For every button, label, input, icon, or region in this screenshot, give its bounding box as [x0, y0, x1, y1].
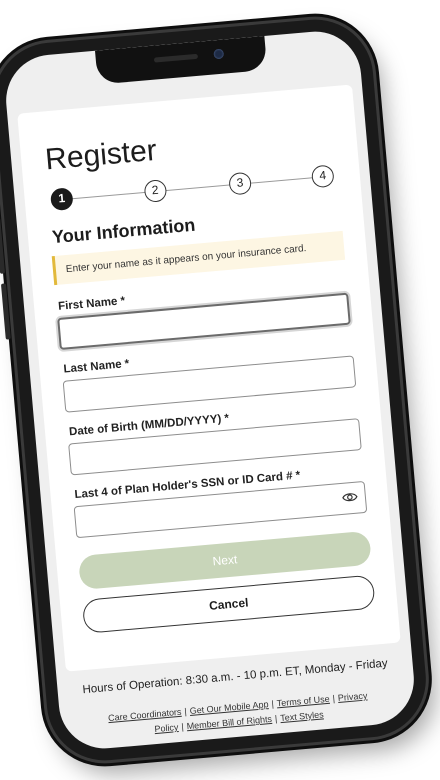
stepper-line: [64, 176, 320, 200]
last-name-field: Last Name *: [61, 338, 357, 413]
first-name-field: First Name *: [56, 276, 351, 350]
speaker-grille: [153, 53, 199, 63]
link-care-coordinators[interactable]: Care Coordinators: [108, 707, 182, 723]
link-mobile-app[interactable]: Get Our Mobile App: [189, 699, 269, 716]
ssn-field: Last 4 of Plan Holder's SSN or ID Card #…: [72, 464, 368, 539]
volume-up-button: [0, 217, 6, 274]
phone-screen: Register 1 2 3 4 Your Information Enter …: [2, 27, 418, 753]
step-4: 4: [310, 164, 335, 189]
link-member-bill-of-rights[interactable]: Member Bill of Rights: [186, 714, 272, 731]
link-text-styles[interactable]: Text Styles: [280, 709, 324, 723]
eye-icon[interactable]: [341, 491, 358, 504]
step-3: 3: [228, 171, 252, 196]
volume-down-button: [0, 283, 11, 340]
footer: Hours of Operation: 8:30 a.m. - 10 p.m. …: [77, 655, 397, 743]
phone-frame: Register 1 2 3 4 Your Information Enter …: [0, 14, 431, 766]
step-2: 2: [143, 179, 168, 203]
step-1: 1: [49, 187, 74, 212]
dob-field: Date of Birth (MM/DD/YYYY) *: [67, 401, 362, 476]
register-card: Register 1 2 3 4 Your Information Enter …: [17, 84, 401, 672]
link-terms-of-use[interactable]: Terms of Use: [276, 694, 330, 709]
stage: Register 1 2 3 4 Your Information Enter …: [0, 0, 440, 780]
front-camera-icon: [213, 48, 225, 60]
phone-notch: [94, 35, 268, 85]
